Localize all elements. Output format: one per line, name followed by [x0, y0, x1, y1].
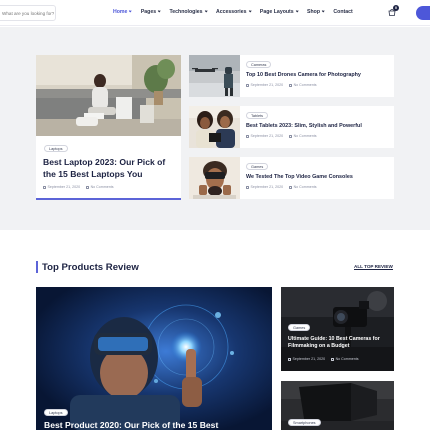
nav-item-home[interactable]: Home: [113, 9, 133, 15]
chevron-down-icon: [204, 9, 208, 13]
post-meta: September 21, 2020 No Comments: [288, 357, 359, 361]
nav-item-label: Home: [113, 9, 128, 15]
side-post-card[interactable]: Cameras Top 10 Best Drones Camera for Ph…: [189, 55, 394, 97]
nav-item-technologies[interactable]: Technologies: [169, 9, 208, 15]
comment-icon: [331, 357, 335, 361]
post-comments[interactable]: No Comments: [294, 185, 317, 189]
side-post-image: [189, 106, 240, 148]
nav-item-label: Technologies: [169, 9, 203, 15]
category-tag[interactable]: Smartphones: [288, 419, 321, 426]
chevron-down-icon: [295, 9, 299, 13]
side-post-title[interactable]: We Tested The Top Video Game Consoles: [246, 174, 391, 180]
chevron-down-icon: [248, 9, 252, 13]
nav-item-pages[interactable]: Pages: [141, 9, 161, 15]
nav-item-label: Page Layouts: [259, 9, 294, 15]
comment-icon: [289, 185, 293, 189]
nav-item-label: Accessories: [215, 9, 247, 15]
big-post-card[interactable]: Laptops Best Product 2020: Our Pick of t…: [36, 287, 272, 430]
side-post-title[interactable]: Top 10 Best Drones Camera for Photograph…: [246, 72, 391, 78]
category-tag[interactable]: Cameras: [246, 61, 272, 68]
comment-icon: [289, 83, 293, 87]
category-tag[interactable]: Games: [288, 324, 311, 331]
category-tag[interactable]: Laptops: [44, 145, 68, 152]
site-header: Home Pages Technologies Accessories Page…: [0, 0, 430, 26]
post-meta: September 21, 2020 No Comments: [246, 134, 317, 138]
calendar-icon: [246, 83, 249, 87]
nav-item-label: Pages: [140, 9, 157, 15]
post-meta: September 21, 2020 No Comments: [246, 83, 317, 87]
big-post-image: [36, 287, 272, 430]
nav-item-shop[interactable]: Shop: [307, 9, 325, 15]
nav-item-label: Shop: [307, 9, 321, 15]
calendar-icon: [43, 185, 46, 189]
cart-count-badge: 0: [393, 5, 399, 11]
post-meta: September 21, 2020 No Comments: [246, 185, 317, 189]
post-comments[interactable]: No Comments: [294, 134, 317, 138]
post-date: September 21, 2020: [250, 134, 284, 138]
nav-item-label: Contact: [333, 9, 353, 15]
side-post-card[interactable]: Tablets Best Tablets 2023: Slim, Stylish…: [189, 106, 394, 148]
all-top-review-link[interactable]: ALL TOP REVIEW: [354, 264, 393, 270]
search-box[interactable]: [0, 5, 56, 21]
post-comments[interactable]: No Comments: [91, 185, 114, 189]
section-title: Top Products Review: [42, 262, 139, 273]
chevron-down-icon: [157, 9, 161, 13]
header-action-button[interactable]: [416, 6, 430, 20]
side-post-image: [189, 157, 240, 199]
small-post-title[interactable]: Ultimate Guide: 10 Best Cameras for Film…: [288, 336, 392, 351]
nav-item-accessories[interactable]: Accessories: [215, 9, 252, 15]
comment-icon: [289, 134, 293, 138]
small-post-card[interactable]: Smartphones: [281, 381, 394, 430]
side-post-image: [189, 55, 240, 97]
side-post-title[interactable]: Best Tablets 2023: Slim, Stylish and Pow…: [246, 123, 391, 129]
calendar-icon: [246, 134, 249, 138]
category-tag[interactable]: Laptops: [44, 409, 68, 416]
post-comments[interactable]: No Comments: [294, 83, 317, 87]
calendar-icon: [246, 185, 249, 189]
featured-post-card[interactable]: Laptops Best Laptop 2023: Our Pick of th…: [36, 55, 181, 200]
post-date: September 21, 2020: [250, 83, 284, 87]
post-date: September 21, 2020: [250, 185, 284, 189]
featured-post-title[interactable]: Best Laptop 2023: Our Pick of the 15 Bes…: [43, 157, 178, 180]
category-tag[interactable]: Tablets: [246, 112, 269, 119]
post-date: September 21, 2020: [292, 357, 326, 361]
main-nav: Home Pages Technologies Accessories Page…: [113, 9, 362, 15]
chevron-down-icon: [321, 9, 325, 13]
search-input[interactable]: [2, 8, 54, 18]
calendar-icon: [288, 357, 291, 361]
comment-icon: [86, 185, 90, 189]
post-meta: September 21, 2020 No Comments: [43, 185, 114, 189]
nav-item-contact[interactable]: Contact: [333, 9, 352, 15]
chevron-down-icon: [128, 9, 133, 13]
nav-item-page-layouts[interactable]: Page Layouts: [259, 9, 299, 15]
side-post-card[interactable]: Games We Tested The Top Video Game Conso…: [189, 157, 394, 199]
small-post-card[interactable]: Games Ultimate Guide: 10 Best Cameras fo…: [281, 287, 394, 371]
big-post-title[interactable]: Best Product 2020: Our Pick of the 15 Be…: [44, 420, 272, 430]
category-tag[interactable]: Games: [246, 163, 269, 170]
post-comments[interactable]: No Comments: [336, 357, 359, 361]
featured-post-image: [36, 55, 181, 136]
section-accent-bar: [36, 261, 38, 273]
post-date: September 21, 2020: [47, 185, 81, 189]
